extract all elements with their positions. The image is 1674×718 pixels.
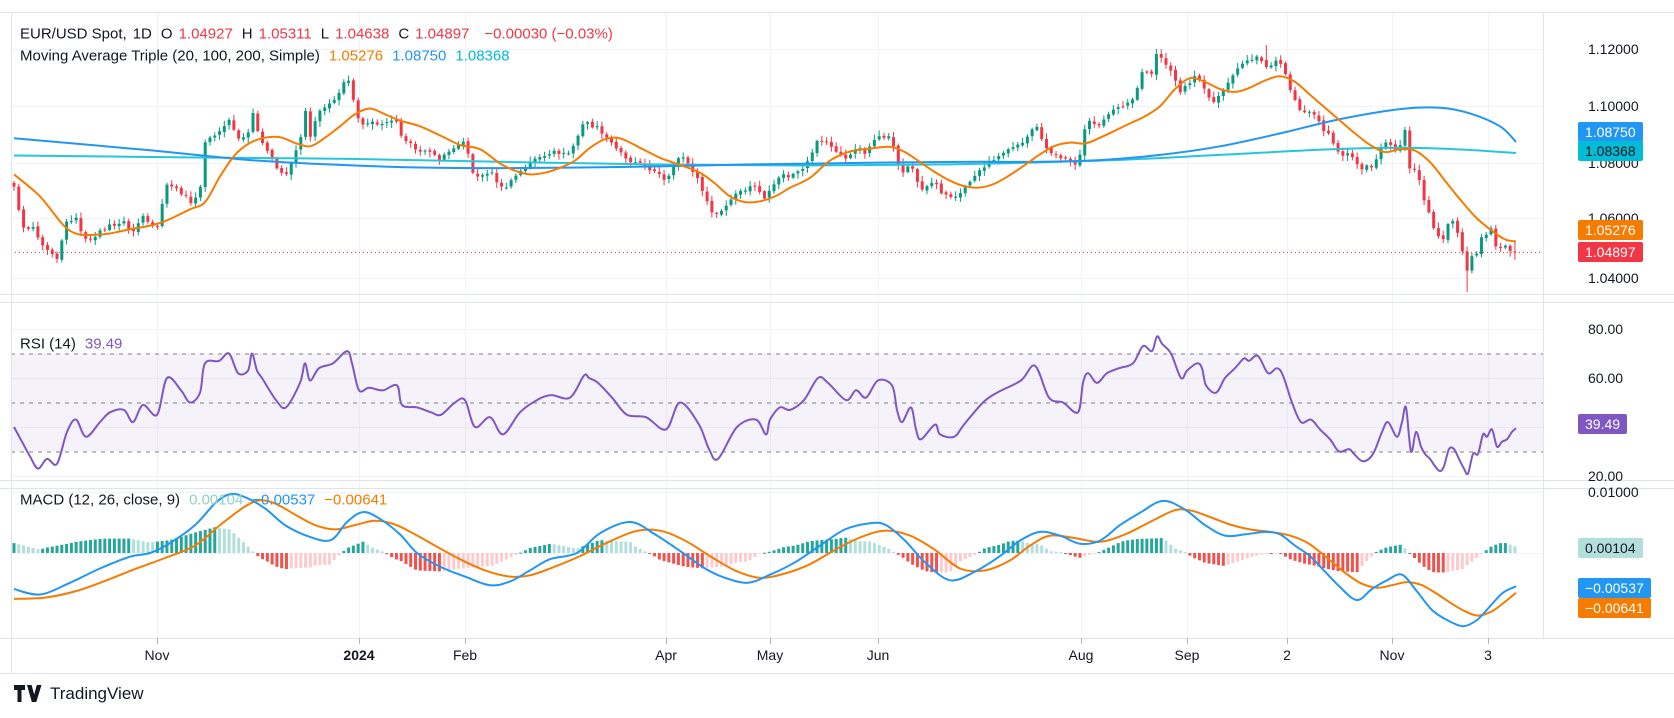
macd-value: −0.00537 — [252, 491, 316, 509]
ohlc-value: 1.04638 — [335, 25, 390, 43]
time-axis[interactable] — [0, 638, 1674, 673]
tradingview-logo-text: TradingView — [50, 684, 144, 703]
axis-tick-label: 1.10000 — [1588, 98, 1639, 114]
symbol-name: EUR/USD Spot, — [20, 25, 127, 43]
price-badge: 1.04897 — [1578, 242, 1643, 262]
price-badge: 0.00104 — [1578, 538, 1643, 558]
time-axis-label: 3 — [1484, 647, 1492, 663]
axis-tick-label: 20.00 — [1588, 468, 1624, 484]
tradingview-chart-window: EUR/USD Spot, 1D O 1.04927 H 1.05311 L 1.04638 C… — [0, 0, 1674, 718]
tradingview-logo-icon — [14, 685, 42, 702]
ma-title: Moving Average Triple (20, 100, 200, Sim… — [20, 47, 320, 65]
time-axis-label: Apr — [655, 647, 677, 663]
ohlc-key: O — [160, 25, 173, 43]
rsi-value: 39.49 — [84, 335, 123, 353]
axis-tick-label: 0.01000 — [1588, 484, 1639, 500]
time-axis-label: Nov — [1379, 647, 1405, 663]
ma-value: 1.05276 — [328, 47, 384, 65]
ohlc-key: C — [398, 25, 410, 43]
rsi-pane[interactable] — [11, 302, 1543, 480]
macd-legend[interactable]: MACD (12, 26, close, 9) 0.00104 −0.00537 −0… — [20, 492, 402, 509]
price-badge: 1.08368 — [1578, 141, 1643, 161]
time-axis-label: 2 — [1283, 647, 1291, 663]
ma-value: 1.08750 — [392, 47, 447, 65]
axis-tick-label: 80.00 — [1588, 321, 1624, 337]
ma-values: 1.05276 1.08750 1.08368 — [329, 48, 519, 65]
price-badge: 39.49 — [1578, 414, 1628, 434]
time-axis-label: Feb — [452, 647, 478, 663]
rsi-title: RSI (14) — [20, 335, 76, 353]
ohlc-value: 1.05311 — [258, 25, 312, 43]
time-axis-label: Jun — [866, 647, 890, 663]
time-axis-label: May — [756, 647, 784, 663]
price-badge: 1.08750 — [1578, 122, 1643, 142]
ohlc-key: L — [320, 25, 330, 43]
symbol-legend[interactable]: EUR/USD Spot, 1D O 1.04927 H 1.05311 L 1.04638 C… — [20, 26, 619, 43]
change-value: −0.00030 (−0.03%) — [484, 25, 613, 43]
price-badge: −0.00537 — [1578, 578, 1651, 598]
macd-values: 0.00104 −0.00537 −0.00641 — [189, 492, 396, 509]
ohlc-key: H — [241, 25, 253, 43]
axis-tick-label: 1.04000 — [1588, 270, 1639, 286]
macd-value: −0.00641 — [324, 491, 388, 509]
time-axis-label: Nov — [144, 647, 170, 663]
price-badge: 1.05276 — [1578, 220, 1643, 240]
timeframe-label: 1D — [132, 25, 152, 43]
ohlc-value: 1.04897 — [415, 25, 470, 43]
time-axis-label: 2024 — [343, 647, 375, 663]
ma-value: 1.08368 — [455, 47, 510, 65]
macd-title: MACD (12, 26, close, 9) — [20, 491, 181, 509]
rsi-legend[interactable]: RSI (14) 39.49 — [20, 336, 128, 353]
axis-tick-label: 1.12000 — [1588, 41, 1639, 57]
macd-pane[interactable] — [11, 488, 1543, 638]
macd-value: 0.00104 — [189, 491, 244, 509]
ohlc-values: O 1.04927 H 1.05311 L 1.04638 C 1.04897 — [161, 26, 479, 43]
time-axis-label: Aug — [1068, 647, 1094, 663]
ma-legend[interactable]: Moving Average Triple (20, 100, 200, Sim… — [20, 48, 525, 65]
tradingview-logo[interactable]: TradingView — [14, 684, 144, 704]
axis-tick-label: 60.00 — [1588, 370, 1624, 386]
price-badge: −0.00641 — [1578, 598, 1651, 618]
time-axis-label: Sep — [1174, 647, 1200, 663]
ohlc-value: 1.04927 — [178, 25, 233, 43]
